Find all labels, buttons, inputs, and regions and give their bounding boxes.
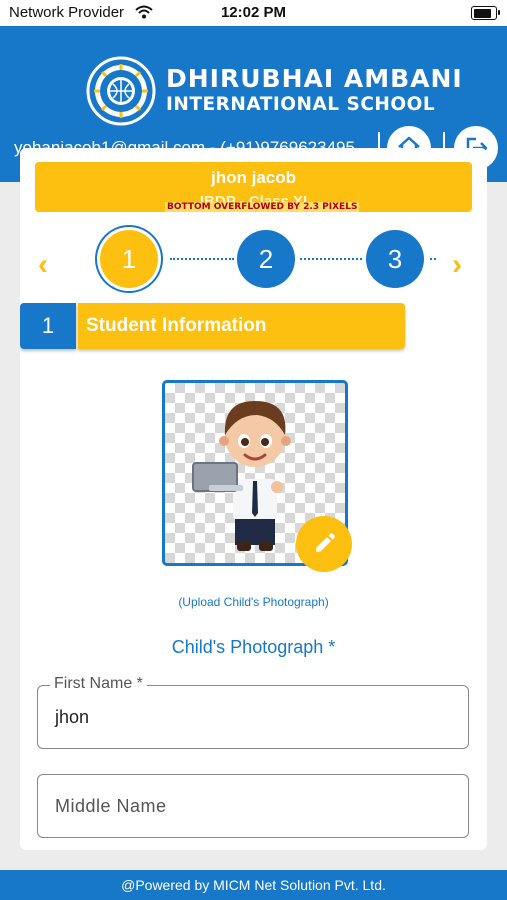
next-step-button[interactable]: ›	[452, 248, 462, 282]
prev-step-button[interactable]: ‹	[38, 248, 48, 282]
clock: 12:02 PM	[220, 4, 287, 21]
school-logo-icon	[86, 56, 156, 126]
upload-photo-hint[interactable]: (Upload Child's Photograph)	[20, 595, 487, 609]
student-name: jhon jacob	[211, 168, 296, 187]
first-name-field[interactable]: First Name * jhon	[37, 675, 469, 749]
step-connector	[300, 258, 362, 262]
step-connector	[430, 258, 436, 262]
step-2[interactable]: 2	[237, 230, 295, 288]
battery-icon	[471, 6, 500, 20]
section-number: 1	[20, 303, 76, 349]
step-3[interactable]: 3	[366, 230, 424, 288]
school-name-line2: INTERNATIONAL SCHOOL	[166, 94, 436, 115]
step-connector	[170, 258, 234, 262]
footer-credit: @Powered by MICM Net Solution Pvt. Ltd.	[0, 870, 507, 900]
pencil-icon	[316, 533, 335, 552]
admission-form-card: jhon jacob IBDP - Class XI BOTTOM OVERFL…	[20, 148, 487, 850]
photo-label: Child's Photograph *	[171, 637, 336, 657]
edit-photo-button[interactable]	[296, 516, 352, 572]
first-name-label: First Name *	[50, 675, 147, 693]
first-name-value[interactable]: jhon	[55, 707, 89, 728]
status-bar: Network Provider 12:02 PM	[0, 0, 507, 26]
step-1[interactable]: 1	[100, 230, 158, 288]
overflow-warning: BOTTOM OVERFLOWED BY 2.3 PIXELS	[165, 202, 360, 212]
section-title: Student Information	[78, 303, 405, 349]
middle-name-placeholder[interactable]: Middle Name	[55, 796, 167, 817]
middle-name-field[interactable]: Middle Name	[37, 774, 469, 838]
school-name-line1: DHIRUBHAI AMBANI	[166, 64, 463, 93]
